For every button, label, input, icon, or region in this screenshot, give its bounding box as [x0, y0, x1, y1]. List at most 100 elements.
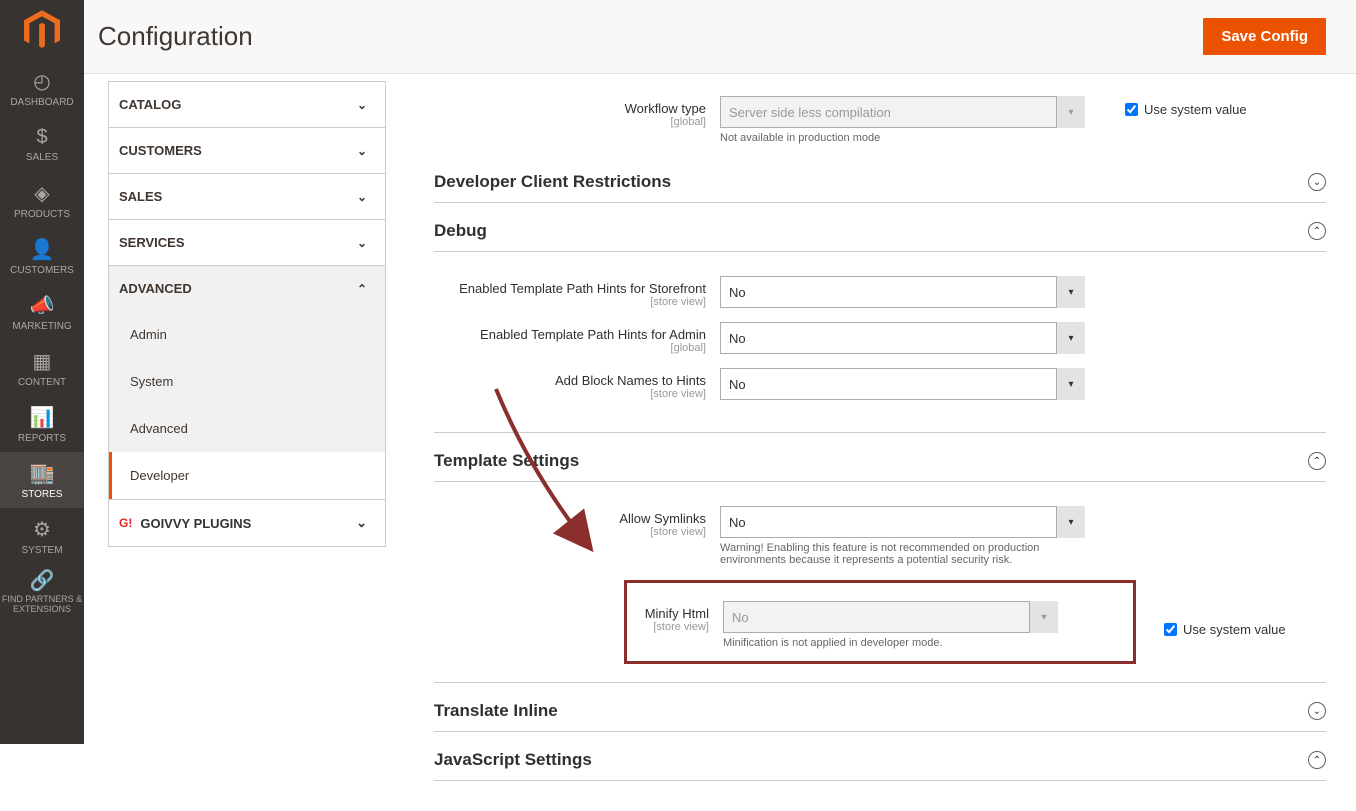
nav-label: CUSTOMERS — [10, 265, 74, 276]
field-scope: [store view] — [434, 388, 706, 400]
block-names-select[interactable] — [720, 368, 1085, 400]
nav-label: STORES — [22, 489, 63, 500]
magento-logo[interactable] — [0, 0, 84, 60]
field-minify-html: Minify Html [store view] Minification is… — [627, 601, 1133, 649]
hints-admin-select[interactable] — [720, 322, 1085, 354]
section-title: Template Settings — [434, 451, 1308, 471]
sub-developer[interactable]: Developer — [109, 452, 385, 499]
content-icon: ▦ — [33, 349, 52, 374]
collapse-icon: ⌄ — [1308, 702, 1326, 720]
chevron-down-icon: ⌄ — [357, 190, 367, 204]
tab-label: GOIVVY PLUGINS — [140, 516, 251, 531]
minify-html-select — [723, 601, 1058, 633]
nav-dashboard[interactable]: ◴ DASHBOARD — [0, 60, 84, 116]
sub-system[interactable]: System — [109, 358, 385, 405]
chevron-down-icon: ⌄ — [356, 515, 367, 531]
nav-label: PRODUCTS — [14, 209, 70, 220]
section-title: JavaScript Settings — [434, 750, 1308, 770]
goivvy-logo-icon: G! — [119, 516, 132, 530]
expand-icon: ⌃ — [1308, 751, 1326, 769]
save-config-button[interactable]: Save Config — [1203, 18, 1326, 55]
page-header: Configuration Save Config — [84, 0, 1356, 74]
tab-label: SERVICES — [119, 235, 185, 250]
chevron-down-icon: ⌄ — [357, 236, 367, 250]
section-title: Translate Inline — [434, 701, 1308, 721]
nav-label: REPORTS — [18, 433, 66, 444]
nav-label: DASHBOARD — [10, 97, 73, 108]
use-system-checkbox[interactable] — [1125, 103, 1138, 116]
field-scope: [global] — [434, 116, 706, 128]
partners-icon: 🔗 — [30, 570, 55, 592]
tab-sales[interactable]: SALES⌄ — [108, 173, 386, 220]
field-allow-symlinks: Allow Symlinks [store view] Warning! Ena… — [434, 506, 1326, 566]
field-hints-admin: Enabled Template Path Hints for Admin [g… — [434, 322, 1326, 354]
config-tabs: CATALOG⌄ CUSTOMERS ⌄ SALES⌄ SERVICES ⌄ ADV… — [84, 82, 386, 811]
products-icon: ◈ — [34, 181, 49, 206]
nav-products[interactable]: ◈ PRODUCTS — [0, 172, 84, 228]
field-note: Minification is not applied in developer… — [723, 637, 1058, 649]
section-javascript-settings[interactable]: JavaScript Settings ⌃ — [434, 732, 1326, 781]
nav-label: SALES — [26, 152, 58, 163]
dashboard-icon: ◴ — [33, 69, 50, 94]
sub-advanced[interactable]: Advanced — [109, 405, 385, 452]
main-content: Configuration Save Config CATALOG⌄ CUSTO… — [84, 0, 1356, 811]
chevron-up-icon: ⌃ — [357, 282, 367, 296]
marketing-icon: 📣 — [30, 293, 55, 318]
field-label: Minify Html — [645, 606, 709, 621]
field-label: Allow Symlinks — [619, 511, 706, 526]
admin-sidebar: ◴ DASHBOARD $ SALES ◈ PRODUCTS 👤 CUSTOME… — [0, 0, 84, 744]
collapse-icon: ⌄ — [1308, 173, 1326, 191]
sales-icon: $ — [36, 126, 47, 149]
field-note: Not available in production mode — [720, 132, 1085, 144]
field-label: Enabled Template Path Hints for Storefro… — [459, 281, 706, 296]
workflow-type-field: Workflow type [global] Not available in … — [434, 84, 1326, 144]
nav-label: CONTENT — [18, 377, 66, 388]
nav-content[interactable]: ▦ CONTENT — [0, 340, 84, 396]
nav-label: SYSTEM — [21, 545, 62, 556]
nav-marketing[interactable]: 📣 MARKETING — [0, 284, 84, 340]
field-label: Add Block Names to Hints — [555, 373, 706, 388]
nav-system[interactable]: ⚙ SYSTEM — [0, 508, 84, 564]
nav-partners[interactable]: 🔗 FIND PARTNERS & EXTENSIONS — [0, 564, 84, 620]
tab-label: ADVANCED — [119, 281, 192, 296]
tab-catalog[interactable]: CATALOG⌄ — [108, 81, 386, 128]
config-form: Workflow type [global] Not available in … — [386, 74, 1356, 811]
chevron-down-icon: ⌄ — [357, 144, 367, 158]
use-system-label: Use system value — [1183, 622, 1286, 637]
stores-icon: 🏬 — [30, 461, 55, 486]
field-block-names: Add Block Names to Hints [store view] — [434, 368, 1326, 400]
nav-customers[interactable]: 👤 CUSTOMERS — [0, 228, 84, 284]
workflow-type-select — [720, 96, 1085, 128]
hints-storefront-select[interactable] — [720, 276, 1085, 308]
section-template-settings[interactable]: Template Settings ⌃ — [434, 432, 1326, 482]
system-icon: ⚙ — [33, 517, 51, 542]
tab-customers[interactable]: CUSTOMERS ⌄ — [108, 127, 386, 174]
nav-label: FIND PARTNERS & EXTENSIONS — [0, 595, 84, 615]
chevron-down-icon: ⌄ — [357, 98, 367, 112]
tab-label: CUSTOMERS — [119, 143, 202, 158]
section-title: Debug — [434, 221, 1308, 241]
reports-icon: 📊 — [30, 405, 55, 430]
use-system-checkbox-minify[interactable] — [1164, 623, 1177, 636]
use-system-label: Use system value — [1144, 102, 1247, 117]
tab-plugins[interactable]: G! GOIVVY PLUGINS ⌄ — [108, 499, 386, 547]
section-translate-inline[interactable]: Translate Inline ⌄ — [434, 682, 1326, 732]
page-title: Configuration — [98, 21, 1203, 52]
sub-admin[interactable]: Admin — [109, 311, 385, 358]
section-client-restrictions[interactable]: Developer Client Restrictions ⌄ — [434, 154, 1326, 203]
allow-symlinks-select[interactable] — [720, 506, 1085, 538]
field-label: Enabled Template Path Hints for Admin — [480, 327, 706, 342]
nav-reports[interactable]: 📊 REPORTS — [0, 396, 84, 452]
field-note: Warning! Enabling this feature is not re… — [720, 542, 1085, 566]
expand-icon: ⌃ — [1308, 222, 1326, 240]
tab-advanced[interactable]: ADVANCED ⌃ Admin System Advanced Develope… — [108, 265, 386, 500]
highlight-minify-html: Minify Html [store view] Minification is… — [624, 580, 1136, 664]
section-debug[interactable]: Debug ⌃ — [434, 203, 1326, 252]
nav-sales[interactable]: $ SALES — [0, 116, 84, 172]
tab-services[interactable]: SERVICES ⌄ — [108, 219, 386, 266]
nav-label: MARKETING — [12, 321, 71, 332]
expand-icon: ⌃ — [1308, 452, 1326, 470]
nav-stores[interactable]: 🏬 STORES — [0, 452, 84, 508]
field-hints-storefront: Enabled Template Path Hints for Storefro… — [434, 276, 1326, 308]
field-scope: [store view] — [627, 621, 709, 633]
